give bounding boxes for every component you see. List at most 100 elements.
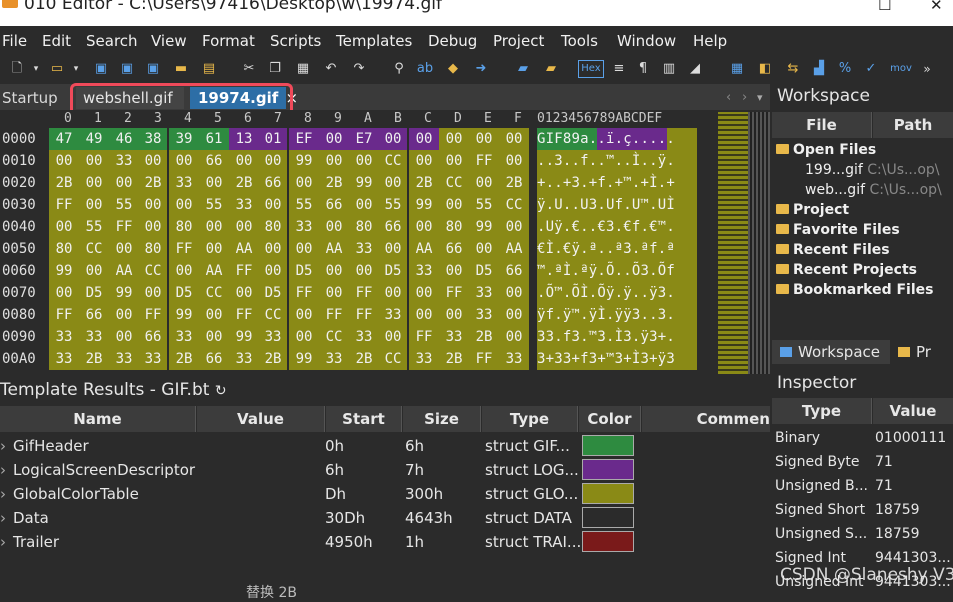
maximize-button[interactable]: ☐ (878, 0, 891, 14)
menu-edit[interactable]: Edit (42, 32, 71, 50)
hex-byte[interactable]: 33 (109, 150, 139, 172)
menu-window[interactable]: Window (617, 32, 676, 50)
hex-byte[interactable]: AA (229, 238, 259, 260)
hex-byte[interactable]: 33 (169, 172, 199, 194)
menu-scripts[interactable]: Scripts (270, 32, 321, 50)
tab-list-chevron-down-icon[interactable]: ▾ (757, 87, 763, 109)
hex-byte[interactable]: 00 (499, 216, 529, 238)
hex-byte[interactable]: 2B (259, 348, 289, 370)
menu-file[interactable]: File (2, 32, 27, 50)
hex-byte[interactable]: 99 (469, 216, 499, 238)
hex-byte[interactable]: 33 (499, 348, 529, 370)
hex-ascii-row[interactable]: ..3..f..™..Ì..ÿ. (537, 150, 697, 172)
hex-byte[interactable]: 00 (349, 260, 379, 282)
expand-chevron-right-icon[interactable]: › (0, 482, 6, 506)
hex-byte[interactable]: D5 (79, 282, 109, 304)
hex-byte[interactable]: 66 (379, 216, 409, 238)
template-row[interactable]: › Data 30Dh 4643h struct DATA (0, 506, 770, 530)
hex-byte[interactable]: 99 (49, 260, 79, 282)
hex-byte[interactable]: 00 (289, 326, 319, 348)
hex-byte[interactable]: FF (469, 348, 499, 370)
hex-byte[interactable]: 00 (229, 216, 259, 238)
hex-byte[interactable]: 33 (469, 282, 499, 304)
hex-byte[interactable]: 66 (499, 260, 529, 282)
hex-byte[interactable]: 00 (439, 194, 469, 216)
hex-byte[interactable]: FF (49, 304, 79, 326)
hex-byte[interactable]: FF (139, 304, 169, 326)
hex-byte[interactable]: 00 (289, 238, 319, 260)
hex-byte[interactable]: 00 (409, 216, 439, 238)
hex-byte[interactable]: 00 (379, 238, 409, 260)
hex-byte[interactable]: 55 (199, 194, 229, 216)
hex-byte[interactable]: 00 (379, 172, 409, 194)
hex-byte[interactable]: 33 (139, 348, 169, 370)
hex-byte[interactable]: 00 (499, 128, 529, 150)
template-icon[interactable]: ▰ (542, 60, 560, 78)
checksum-icon[interactable]: ✓ (862, 60, 880, 78)
hex-byte[interactable]: 13 (229, 128, 259, 150)
hex-byte[interactable]: D5 (469, 260, 499, 282)
hex-byte[interactable]: 00 (139, 150, 169, 172)
hex-byte[interactable]: 00 (229, 282, 259, 304)
hex-byte[interactable]: 2B (319, 172, 349, 194)
favorite-files-node[interactable]: Favorite Files (776, 222, 900, 238)
undo-icon[interactable]: ↶ (322, 60, 340, 78)
hex-byte[interactable]: 00 (199, 216, 229, 238)
hex-byte[interactable]: 00 (109, 238, 139, 260)
goto-icon[interactable]: ➜ (472, 60, 490, 78)
hex-ascii-row[interactable]: .Õ™.ÕÌ.Õÿ.ÿ..ÿ3. (537, 282, 697, 304)
overflow-icon[interactable]: » (918, 60, 936, 78)
hex-byte[interactable]: 00 (79, 260, 109, 282)
hex-byte[interactable]: 00 (499, 150, 529, 172)
hex-byte[interactable]: 00 (409, 128, 439, 150)
hex-byte[interactable]: 2B (139, 172, 169, 194)
hex-mode-button[interactable]: Hex (578, 60, 604, 78)
hex-byte[interactable]: 80 (169, 216, 199, 238)
hex-byte[interactable]: 00 (139, 194, 169, 216)
percent-icon[interactable]: % (836, 60, 854, 78)
hex-byte[interactable]: FF (349, 282, 379, 304)
hex-byte[interactable]: 00 (319, 282, 349, 304)
hex-byte[interactable]: FF (49, 194, 79, 216)
hex-byte[interactable]: 00 (259, 260, 289, 282)
hex-byte[interactable]: 00 (259, 238, 289, 260)
hex-byte[interactable]: FF (289, 282, 319, 304)
hex-byte[interactable]: 00 (259, 194, 289, 216)
script-icon[interactable]: ▰ (514, 60, 532, 78)
col-size[interactable]: Size (403, 406, 481, 432)
hex-byte[interactable]: CC (319, 326, 349, 348)
hex-byte[interactable]: 33 (79, 326, 109, 348)
menu-debug[interactable]: Debug (428, 32, 477, 50)
hex-byte[interactable]: FF (109, 216, 139, 238)
menu-search[interactable]: Search (86, 32, 138, 50)
hex-byte[interactable]: 00 (439, 128, 469, 150)
hex-byte[interactable]: 2B (79, 348, 109, 370)
hex-byte[interactable]: FF (319, 304, 349, 326)
hex-byte[interactable]: 47 (49, 128, 79, 150)
hex-byte[interactable]: 00 (439, 150, 469, 172)
hex-byte[interactable]: 00 (169, 150, 199, 172)
open-folder-icon[interactable]: ▭ (48, 60, 66, 78)
inspector-col-type[interactable]: Type (772, 398, 872, 424)
inspector-value[interactable]: 18759 (875, 502, 920, 518)
hex-byte[interactable]: 00 (349, 150, 379, 172)
expand-chevron-right-icon[interactable]: › (0, 458, 6, 482)
open-file-item[interactable]: web...gif C:\Us...op\ (805, 182, 942, 198)
hex-byte[interactable]: FF (229, 304, 259, 326)
hex-byte[interactable]: AA (199, 260, 229, 282)
hex-byte[interactable]: 00 (499, 326, 529, 348)
hex-byte[interactable]: 00 (229, 150, 259, 172)
close-button[interactable]: ✕ (930, 0, 943, 14)
hex-ascii-row[interactable]: €Ì.€ÿ.ª..ª3.ªf.ª (537, 238, 697, 260)
hex-editor[interactable]: 0000 47 49 46 38 39 61 13 01 EF 00 E7 00 00 00 00 00 GIF8… (0, 128, 720, 374)
hex-ascii-row[interactable]: 3+33+f3+™3+Ì3+ÿ3 (537, 348, 697, 370)
hex-byte[interactable]: 00 (469, 128, 499, 150)
hex-byte[interactable]: D5 (169, 282, 199, 304)
template-row[interactable]: › Trailer 4950h 1h struct TRAI... (0, 530, 770, 554)
inspector-value[interactable]: 01000111 (875, 430, 946, 446)
hex-ascii-row[interactable]: ™.ªÌ.ªÿ.Õ..Õ3.Õf (537, 260, 697, 282)
hex-byte[interactable]: 55 (469, 194, 499, 216)
hex-byte[interactable]: 00 (379, 128, 409, 150)
hex-byte[interactable]: 80 (349, 216, 379, 238)
hex-byte[interactable]: 00 (499, 282, 529, 304)
